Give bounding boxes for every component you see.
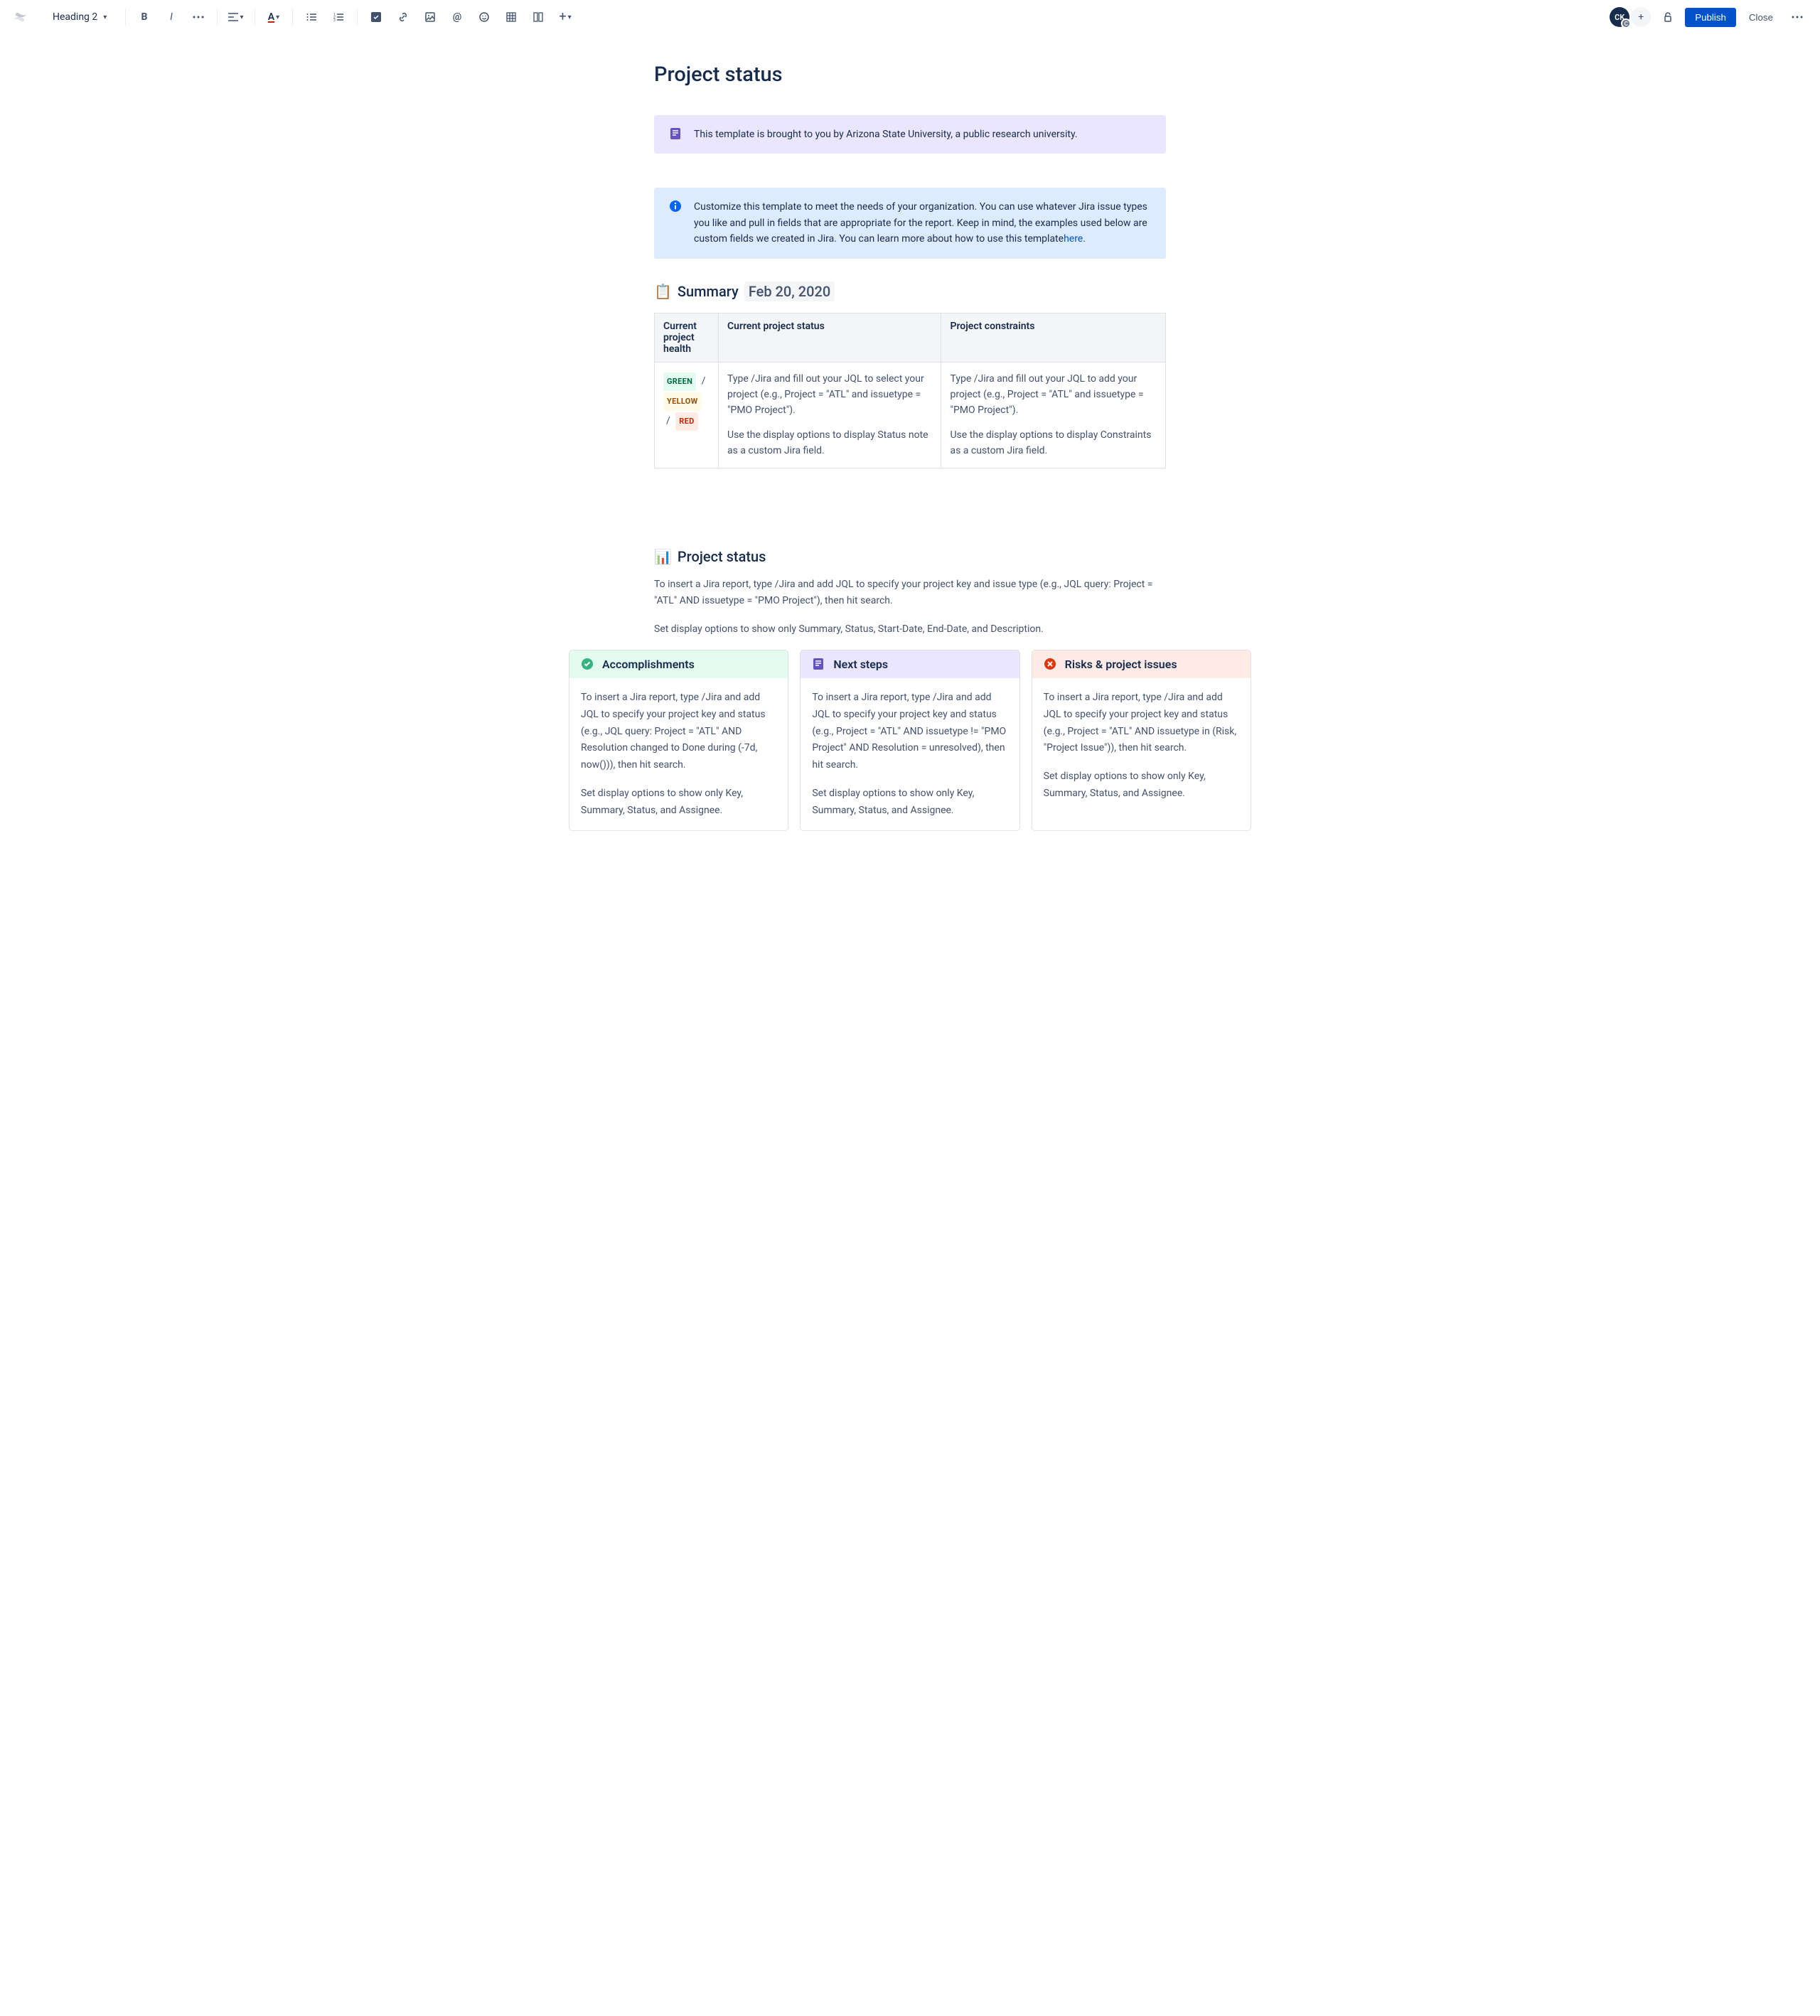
- card-p1: To insert a Jira report, type /Jira and …: [581, 690, 776, 774]
- accomplishments-card[interactable]: Accomplishments To insert a Jira report,…: [569, 650, 788, 832]
- card-p2: Set display options to show only Key, Su…: [581, 786, 776, 820]
- chip-sep: /: [702, 375, 706, 387]
- col-health: Current project health: [655, 313, 719, 362]
- clipboard-emoji: 📋: [654, 283, 672, 300]
- chevron-down-icon: ▾: [568, 14, 572, 21]
- table-row: GREEN / YELLOW / RED Type /Jira and fill…: [655, 362, 1166, 468]
- table-button[interactable]: [500, 6, 523, 28]
- note-icon: [812, 658, 825, 670]
- card-body[interactable]: To insert a Jira report, type /Jira and …: [801, 678, 1019, 831]
- error-circle-icon: [1044, 658, 1056, 670]
- next-steps-card[interactable]: Next steps To insert a Jira report, type…: [800, 650, 1019, 832]
- user-avatar[interactable]: CK C: [1610, 7, 1629, 27]
- italic-button[interactable]: I: [160, 6, 183, 28]
- summary-date[interactable]: Feb 20, 2020: [744, 282, 835, 301]
- project-status-heading-text: Project status: [678, 548, 766, 565]
- insert-button[interactable]: + ▾: [554, 6, 577, 28]
- svg-text:3: 3: [333, 18, 336, 21]
- numbered-list-button[interactable]: 123: [327, 6, 350, 28]
- cell-status[interactable]: Type /Jira and fill out your JQL to sele…: [719, 362, 941, 468]
- constraints-p2: Use the display options to display Const…: [950, 427, 1157, 459]
- card-p2: Set display options to show only Key, Su…: [1044, 768, 1239, 803]
- page-content: Project status This template is brought …: [640, 34, 1180, 859]
- heading-selector[interactable]: Heading 2 ▾: [47, 9, 118, 26]
- template-note-panel[interactable]: This template is brought to you by Arizo…: [654, 115, 1166, 154]
- card-header: Accomplishments: [569, 650, 788, 678]
- template-note-text: This template is brought to you by Arizo…: [694, 127, 1078, 142]
- editor-toolbar: Heading 2 ▾ B I ▾ A ▾ 123 @: [0, 0, 1820, 34]
- chevron-down-icon: ▾: [240, 14, 243, 21]
- heading-selector-label: Heading 2: [53, 11, 97, 23]
- summary-heading[interactable]: 📋 Summary Feb 20, 2020: [654, 282, 1166, 301]
- align-button[interactable]: ▾: [225, 6, 247, 28]
- card-p1: To insert a Jira report, type /Jira and …: [1044, 690, 1239, 757]
- info-panel-text: Customize this template to meet the need…: [694, 199, 1152, 247]
- bold-button[interactable]: B: [133, 6, 156, 28]
- separator: [217, 9, 218, 26]
- card-p2: Set display options to show only Key, Su…: [812, 786, 1007, 820]
- image-button[interactable]: [419, 6, 441, 28]
- separator: [125, 9, 126, 26]
- bullet-list-button[interactable]: [300, 6, 323, 28]
- project-status-p1[interactable]: To insert a Jira report, type /Jira and …: [654, 577, 1166, 611]
- card-p1: To insert a Jira report, type /Jira and …: [812, 690, 1007, 774]
- separator: [292, 9, 293, 26]
- note-icon: [668, 127, 682, 141]
- text-color-button[interactable]: A ▾: [262, 6, 285, 28]
- card-title: Accomplishments: [602, 658, 695, 671]
- project-status-p2[interactable]: Set display options to show only Summary…: [654, 621, 1166, 638]
- status-p1: Type /Jira and fill out your JQL to sele…: [727, 371, 932, 419]
- mention-button[interactable]: @: [446, 6, 469, 28]
- close-button[interactable]: Close: [1742, 8, 1780, 27]
- card-body[interactable]: To insert a Jira report, type /Jira and …: [569, 678, 788, 831]
- chip-red: RED: [675, 412, 697, 431]
- cell-health[interactable]: GREEN / YELLOW / RED: [655, 362, 719, 468]
- chevron-down-icon: ▾: [103, 14, 107, 21]
- add-collaborator-button[interactable]: +: [1631, 7, 1651, 27]
- emoji-button[interactable]: [473, 6, 496, 28]
- chip-sep: /: [666, 415, 670, 427]
- col-constraints: Project constraints: [941, 313, 1166, 362]
- col-status: Current project status: [719, 313, 941, 362]
- confluence-logo: [11, 9, 28, 26]
- info-period: .: [1083, 233, 1086, 245]
- card-header: Risks & project issues: [1032, 650, 1251, 678]
- more-formatting-button[interactable]: [187, 6, 210, 28]
- card-body[interactable]: To insert a Jira report, type /Jira and …: [1032, 678, 1251, 814]
- card-title: Risks & project issues: [1065, 658, 1177, 671]
- card-title: Next steps: [833, 658, 888, 671]
- more-actions-button[interactable]: [1786, 6, 1809, 28]
- project-status-heading[interactable]: 📊 Project status: [654, 548, 1166, 565]
- status-p2: Use the display options to display Statu…: [727, 427, 932, 459]
- chevron-down-icon: ▾: [276, 14, 279, 21]
- chip-yellow: YELLOW: [663, 392, 702, 411]
- cards-layout: Accomplishments To insert a Jira report,…: [569, 650, 1251, 832]
- restrictions-button[interactable]: [1656, 6, 1679, 28]
- page-title[interactable]: Project status: [654, 63, 1166, 87]
- action-item-button[interactable]: [365, 6, 387, 28]
- info-icon: [668, 199, 682, 213]
- card-header: Next steps: [801, 650, 1019, 678]
- chip-green: GREEN: [663, 372, 696, 391]
- link-button[interactable]: [392, 6, 414, 28]
- info-panel[interactable]: Customize this template to meet the need…: [654, 188, 1166, 258]
- separator: [357, 9, 358, 26]
- text-color-label: A: [268, 11, 274, 23]
- publish-button[interactable]: Publish: [1685, 8, 1736, 27]
- table-header-row: Current project health Current project s…: [655, 313, 1166, 362]
- info-link[interactable]: here: [1064, 233, 1083, 245]
- avatar-badge: C: [1621, 18, 1631, 28]
- constraints-p1: Type /Jira and fill out your JQL to add …: [950, 371, 1157, 419]
- cell-constraints[interactable]: Type /Jira and fill out your JQL to add …: [941, 362, 1166, 468]
- risks-card[interactable]: Risks & project issues To insert a Jira …: [1032, 650, 1251, 832]
- summary-table[interactable]: Current project health Current project s…: [654, 313, 1166, 468]
- bar-chart-emoji: 📊: [654, 548, 672, 565]
- summary-heading-text: Summary: [678, 283, 739, 300]
- layout-button[interactable]: [527, 6, 550, 28]
- check-circle-icon: [581, 658, 594, 670]
